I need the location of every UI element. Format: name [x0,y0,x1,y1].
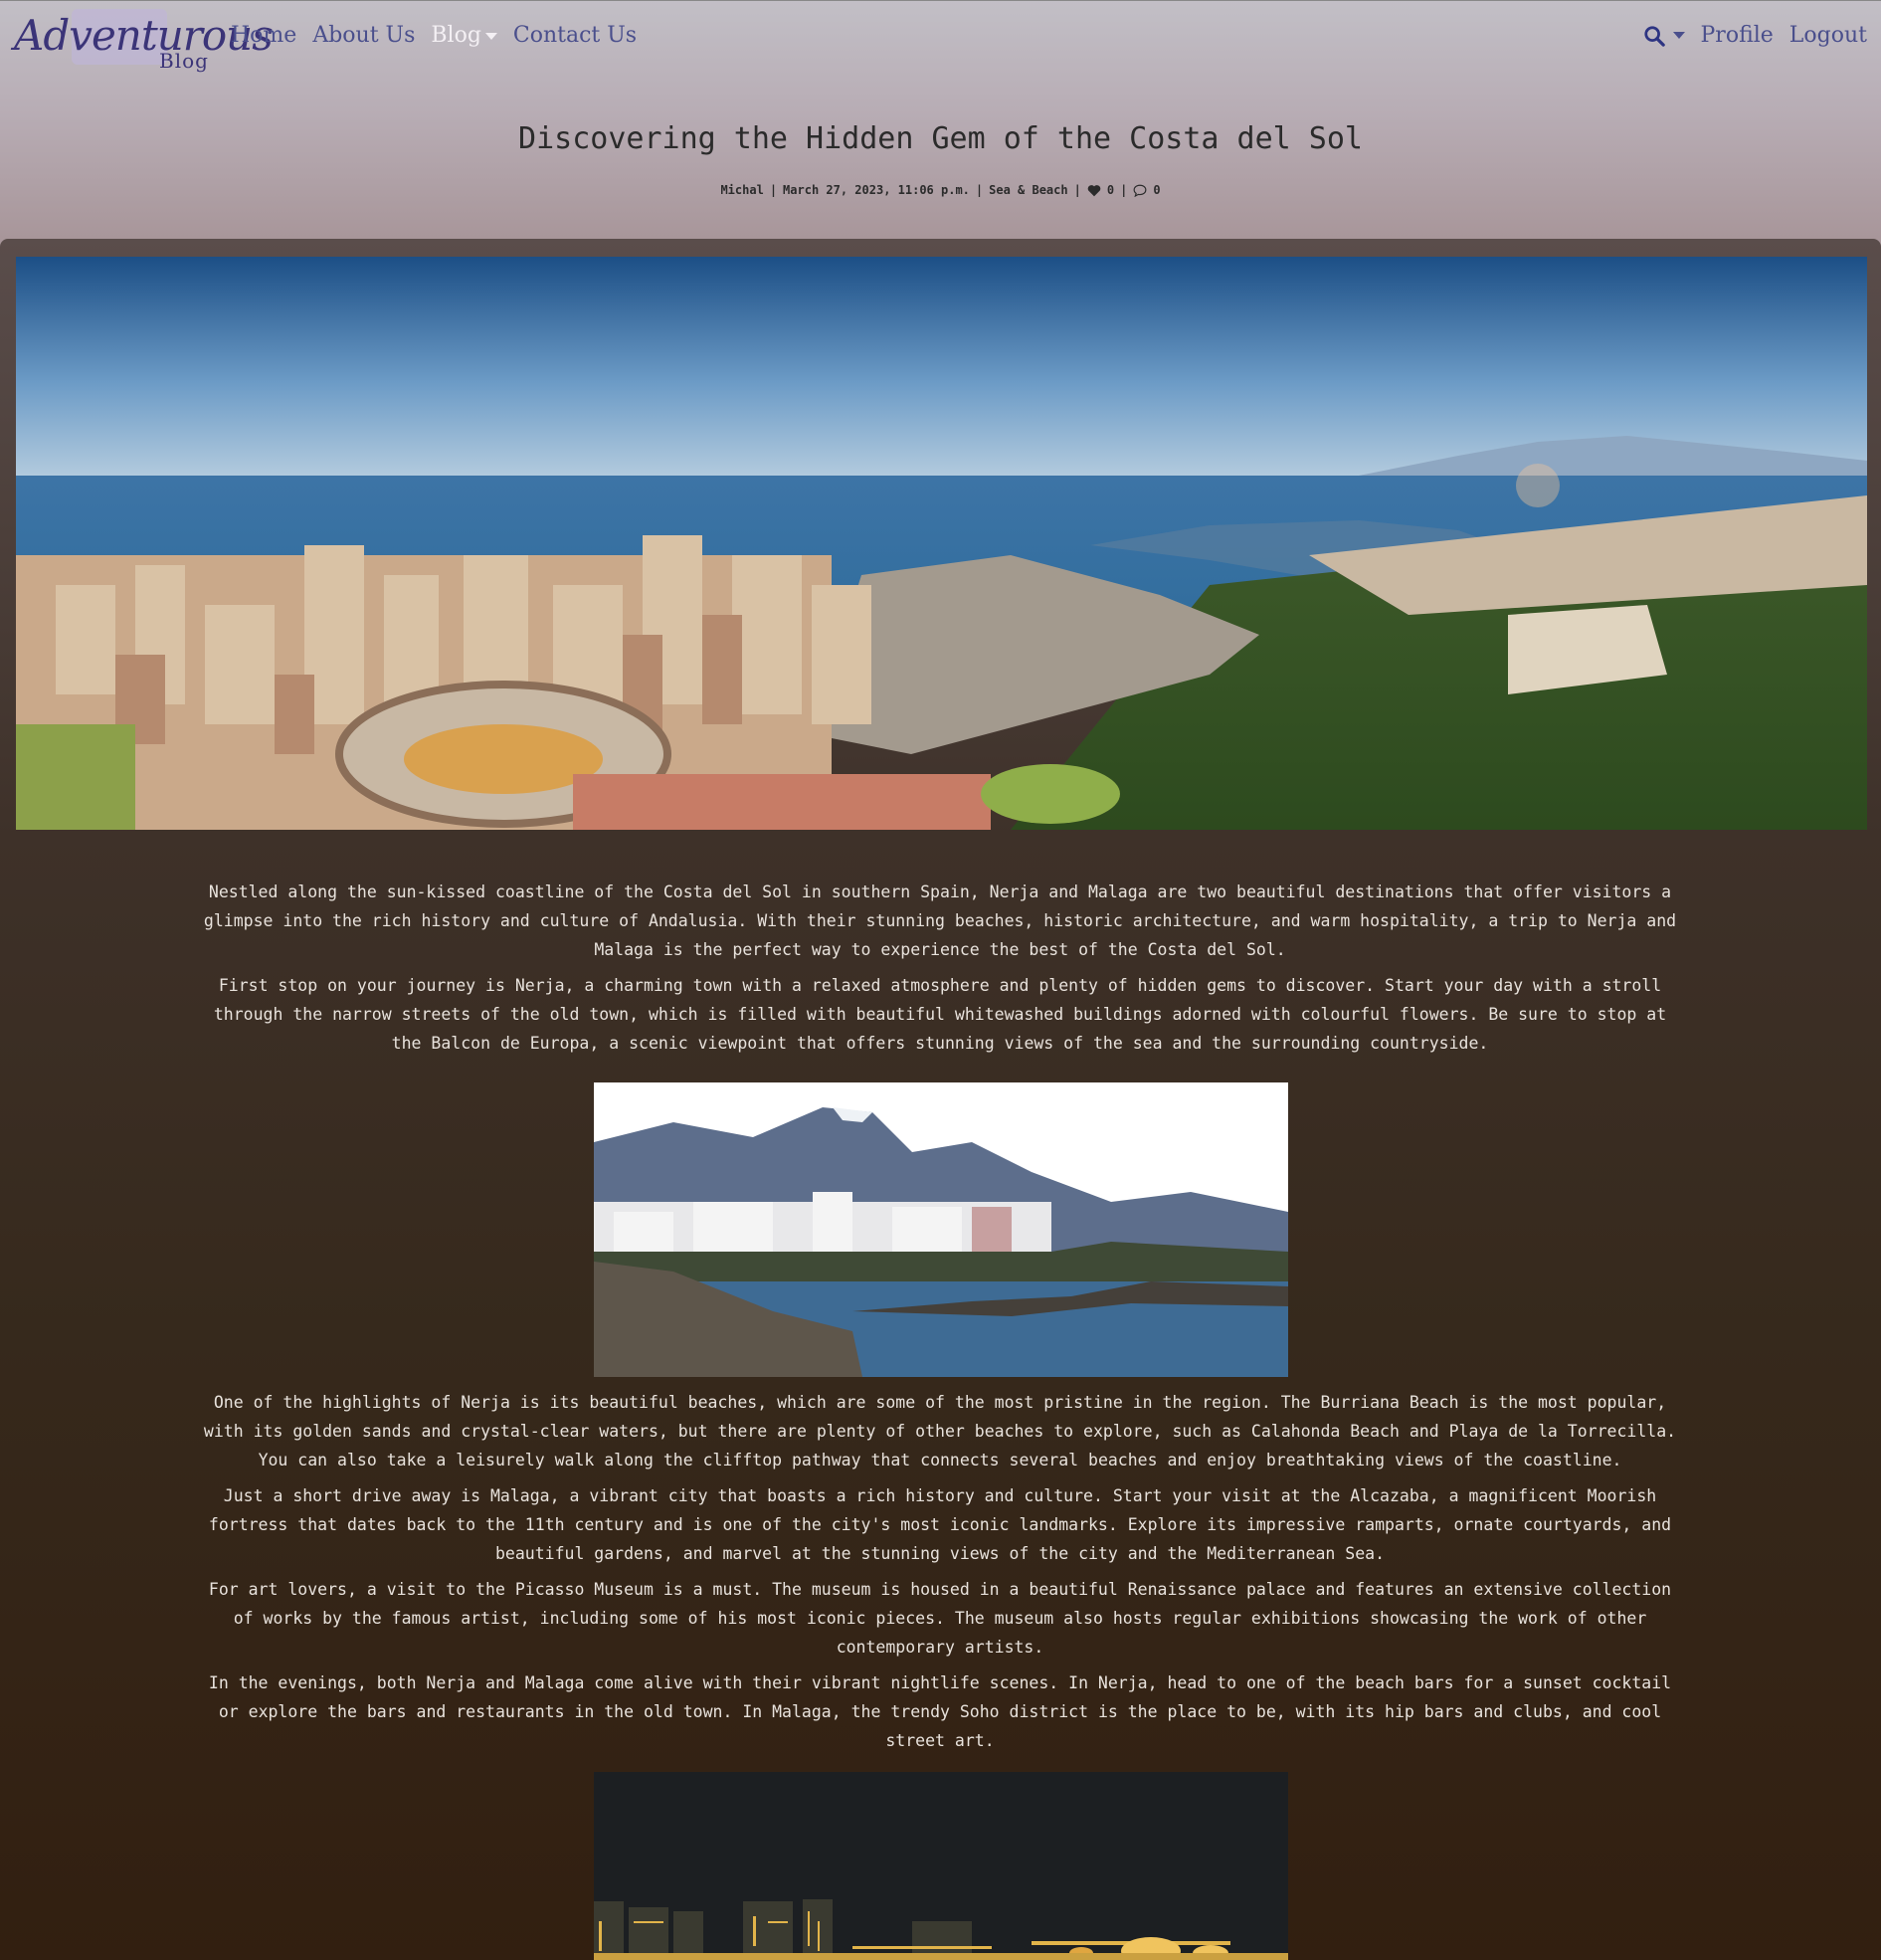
nav-contact-link[interactable]: Contact Us [513,23,637,48]
heart-icon[interactable] [1087,184,1101,197]
brand-logo[interactable]: Adventurous Blog [14,9,274,73]
likes-count: 0 [1106,183,1115,197]
meta-separator: | [975,183,984,197]
post-category[interactable]: Sea & Beach [989,183,1067,197]
post-title: Discovering the Hidden Gem of the Costa … [518,121,1363,156]
post-paragraph: First stop on your journey is Nerja, a c… [213,976,1667,1053]
post-author: Michal [720,183,764,197]
nav-blog-dropdown[interactable]: Blog [431,23,497,48]
nav-blog-label: Blog [431,23,481,48]
post-paragraph: Just a short drive away is Malaga, a vib… [208,1486,1672,1563]
navbar: Adventurous Blog Home About Us Blog Cont… [0,0,1881,79]
hero-image-malaga-panorama [16,257,1867,830]
nav-logout-link[interactable]: Logout [1789,23,1867,48]
post-body-section-1: Nestled along the sun-kissed coastline o… [199,878,1681,1058]
chevron-down-icon [484,32,497,40]
search-dropdown-toggle[interactable] [1643,25,1685,47]
comment-icon[interactable] [1133,184,1147,197]
nav-profile-link[interactable]: Profile [1701,23,1774,48]
post-paragraph: For art lovers, a visit to the Picasso M… [208,1580,1672,1657]
post-content-card: Nestled along the sun-kissed coastline o… [0,239,1881,1960]
meta-separator: | [1073,183,1081,197]
post-date: March 27, 2023, 11:06 p.m. [783,183,970,197]
nav-home-link[interactable]: Home [231,23,296,48]
main-nav: Home About Us Blog Contact Us [231,23,637,48]
search-icon [1643,25,1665,47]
post-meta: Michal | March 27, 2023, 11:06 p.m. | Se… [0,183,1881,197]
nerja-image [594,1082,1288,1377]
comments-count: 0 [1153,183,1161,197]
nav-about-link[interactable]: About Us [312,23,415,48]
malaga-night-image [594,1772,1288,1960]
post-paragraph: Nestled along the sun-kissed coastline o… [203,882,1677,959]
meta-separator: | [769,183,778,197]
post-body-section-2: One of the highlights of Nerja is its be… [199,1388,1681,1755]
post-paragraph: In the evenings, both Nerja and Malaga c… [208,1673,1672,1750]
meta-separator: | [1120,183,1128,197]
brand-subtitle: Blog [159,49,209,73]
chevron-down-icon [1672,32,1685,39]
post-paragraph: One of the highlights of Nerja is its be… [203,1393,1677,1470]
user-nav: Profile Logout [1643,23,1867,48]
